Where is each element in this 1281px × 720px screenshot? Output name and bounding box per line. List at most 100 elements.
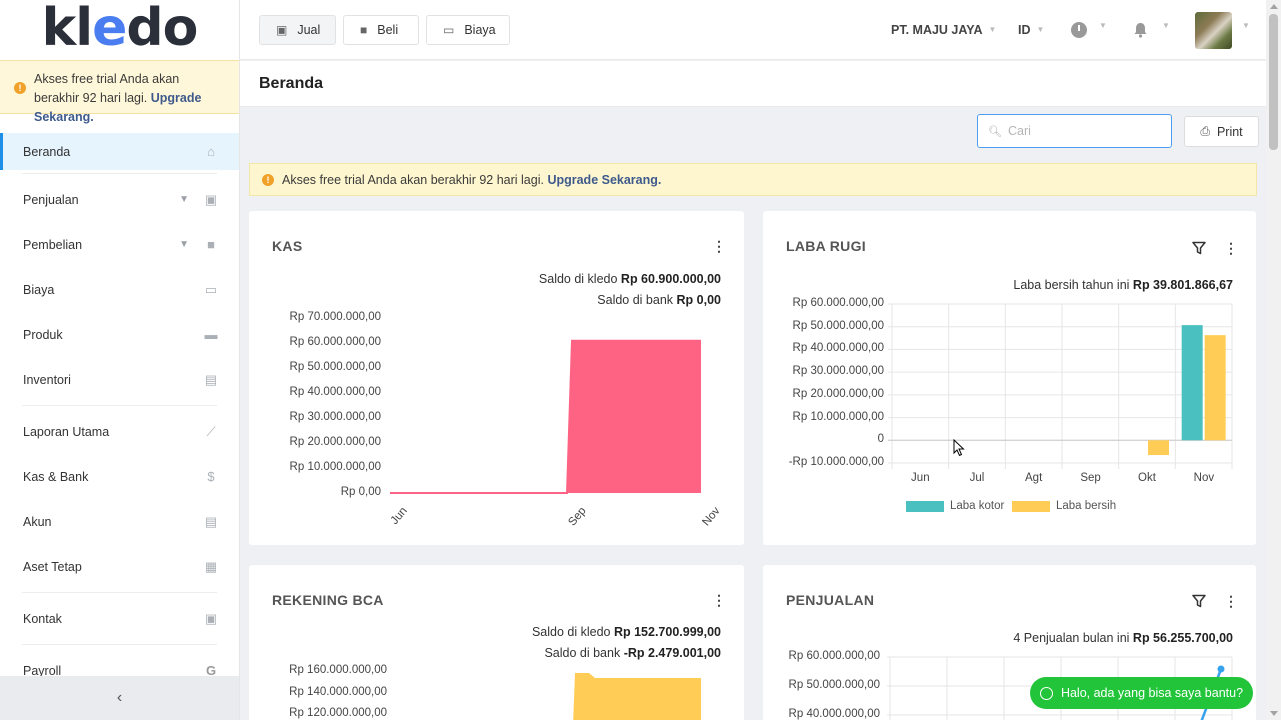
y-tick-label: Rp 10.000.000,00 xyxy=(792,410,884,423)
sidebar-menu: Beranda ⌂ Penjualan ▼ ▣ Pembelian ▼ ■ Bi… xyxy=(0,133,239,693)
bar-laba-bersih-okt[interactable] xyxy=(1148,440,1169,456)
print-label: Print xyxy=(1216,124,1243,139)
mouse-cursor-icon xyxy=(953,439,965,457)
printer-icon: ⎙ xyxy=(1200,124,1210,138)
avatar[interactable] xyxy=(1195,12,1232,49)
caret-down-icon: ▼ xyxy=(988,25,997,34)
alert-text: Akses free trial Anda akan berakhir 92 h… xyxy=(282,172,544,187)
sidebar-item-label: Aset Tetap xyxy=(23,559,82,574)
bca-plot-svg xyxy=(573,673,701,720)
dollar-icon: $ xyxy=(207,469,215,484)
bar-laba-bersih-nov[interactable] xyxy=(1204,335,1226,441)
home-icon: ⌂ xyxy=(207,144,215,159)
sidebar-item-kontak[interactable]: Kontak ▣ xyxy=(0,596,239,641)
list-icon: ▤ xyxy=(204,513,218,529)
bag-icon: ■ xyxy=(207,237,215,252)
warning-icon: ! xyxy=(14,82,26,94)
search-input[interactable] xyxy=(1007,124,1158,138)
y-tick-label: Rp 20.000.000,00 xyxy=(792,387,884,400)
sidebar-item-kas-bank[interactable]: Kas & Bank $ xyxy=(0,454,239,499)
x-tick-label: Nov xyxy=(1193,472,1215,484)
trial-alert: ! Akses free trial Anda akan berakhir 92… xyxy=(249,163,1257,196)
caret-down-icon: ▼ xyxy=(1162,21,1170,30)
y-tick-label: 0 xyxy=(877,433,884,446)
divider xyxy=(22,405,217,406)
search-box[interactable]: 🔍︎ xyxy=(977,114,1172,148)
basket-icon: ▣ xyxy=(204,191,218,207)
sidebar-item-produk[interactable]: Produk ▬ xyxy=(0,312,239,357)
y-tick-label: Rp 40.000.000,00 xyxy=(792,342,884,355)
x-tick-label: Okt xyxy=(1138,472,1156,484)
sidebar-item-aset-tetap[interactable]: Aset Tetap ▦ xyxy=(0,544,239,589)
sidebar-item-penjualan[interactable]: Penjualan ▼ ▣ xyxy=(0,177,239,222)
page-scrollbar[interactable] xyxy=(1266,0,1281,720)
sidebar-item-inventori[interactable]: Inventori ▤ xyxy=(0,357,239,402)
whatsapp-icon xyxy=(1039,686,1053,700)
jual-label: Jual xyxy=(297,23,321,37)
sidebar-item-label: Kas & Bank xyxy=(23,469,89,484)
card-icon: ▭ xyxy=(443,23,455,37)
sidebar-collapse-button[interactable]: ‹ xyxy=(0,676,239,720)
bell-icon[interactable] xyxy=(1133,22,1148,38)
scroll-down-arrow[interactable] xyxy=(1270,711,1278,716)
card-icon: ▭ xyxy=(204,281,218,297)
print-button[interactable]: ⎙ Print xyxy=(1184,116,1259,147)
y-tick-label: Rp 60.000.000,00 xyxy=(792,297,884,309)
kas-card: KAS ⋮ Saldo di kledo Rp 60.900.000,00 Sa… xyxy=(249,211,744,545)
rekening-bca-card: REKENING BCA ⋮ Saldo di kledo Rp 152.700… xyxy=(249,565,744,720)
y-tick-label: Rp 30.000.000,00 xyxy=(792,365,884,378)
beli-button[interactable]: ■ Beli xyxy=(343,15,419,45)
sidebar-item-beranda[interactable]: Beranda ⌂ xyxy=(0,133,239,170)
sidebar-item-akun[interactable]: Akun ▤ xyxy=(0,499,239,544)
sidebar-item-pembelian[interactable]: Pembelian ▼ ■ xyxy=(0,222,239,267)
basket-icon: ▣ xyxy=(276,23,288,37)
clock-icon[interactable] xyxy=(1071,22,1087,38)
biaya-button[interactable]: ▭ Biaya xyxy=(426,15,510,45)
bag-icon: ■ xyxy=(360,23,368,37)
building-icon: ▦ xyxy=(204,558,218,574)
sidebar-item-label: Biaya xyxy=(23,282,55,297)
page-title: Beranda xyxy=(259,75,324,92)
chat-label: Halo, ada yang bisa saya bantu? xyxy=(1060,686,1244,700)
sidebar-item-label: Kontak xyxy=(23,611,62,626)
sidebar-item-label: Penjualan xyxy=(23,192,79,207)
divider xyxy=(22,592,217,593)
sidebar-item-label: Beranda xyxy=(23,144,71,159)
kas-series-area[interactable] xyxy=(390,340,701,493)
kas-plot-svg xyxy=(390,339,701,494)
bca-series-area[interactable] xyxy=(573,673,701,720)
chevron-down-icon: ▼ xyxy=(179,194,189,205)
language-label: ID xyxy=(1018,23,1031,37)
laba-rugi-card: LABA RUGI ⋮ Laba bersih tahun ini Rp 39.… xyxy=(763,211,1256,545)
caret-down-icon: ▼ xyxy=(1036,25,1045,34)
sidebar-trial-notice: ! Akses free trial Anda akan berakhir 92… xyxy=(0,60,239,124)
sidebar-item-label: Inventori xyxy=(23,372,71,387)
sidebar-item-biaya[interactable]: Biaya ▭ xyxy=(0,267,239,312)
sidebar-item-label: Produk xyxy=(23,327,63,342)
x-tick-label: Jul xyxy=(969,472,985,484)
bar-laba-kotor-nov[interactable] xyxy=(1181,325,1203,441)
scrollbar-thumb[interactable] xyxy=(1269,14,1278,150)
jual-button[interactable]: ▣ Jual xyxy=(259,15,336,45)
kledo-logo[interactable]: kledo xyxy=(0,0,239,60)
box-icon: ▬ xyxy=(204,327,218,342)
chevron-left-icon: ‹ xyxy=(116,689,123,706)
upgrade-link[interactable]: Upgrade Sekarang. xyxy=(547,173,661,187)
y-tick-label: Rp 50.000.000,00 xyxy=(792,319,884,332)
company-selector[interactable]: PT. MAJU JAYA ▼ xyxy=(891,23,996,37)
search-icon: 🔍︎ xyxy=(988,125,1002,138)
x-tick-label: Jun xyxy=(911,472,930,484)
topbar: ▣ Jual ■ Beli ▭ Biaya PT. MAJU JAYA ▼ ID ▼… xyxy=(240,0,1266,60)
chevron-down-icon: ▼ xyxy=(179,239,189,250)
penjualan-point-nov[interactable] xyxy=(1217,665,1225,673)
language-selector[interactable]: ID ▼ xyxy=(1018,23,1044,37)
warning-icon: ! xyxy=(262,174,274,186)
y-tick-label: -Rp 10.000.000,00 xyxy=(788,456,884,468)
chart-line-icon: ⟋ xyxy=(206,423,216,439)
sidebar-item-label: Pembelian xyxy=(23,237,83,252)
scroll-up-arrow[interactable] xyxy=(1270,4,1278,9)
sidebar-item-laporan-utama[interactable]: Laporan Utama ⟋ xyxy=(0,409,239,454)
caret-down-icon: ▼ xyxy=(1099,21,1107,30)
whatsapp-chat-button[interactable]: Halo, ada yang bisa saya bantu? xyxy=(1030,677,1253,709)
beli-label: Beli xyxy=(377,23,399,37)
